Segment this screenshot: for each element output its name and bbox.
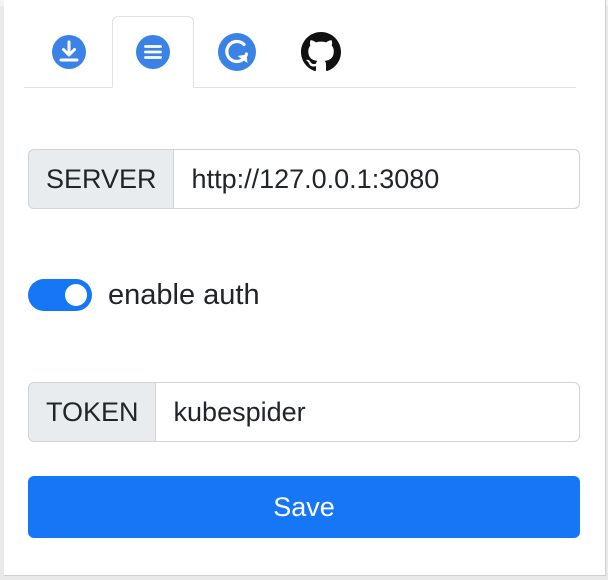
tab-github[interactable] — [280, 16, 362, 87]
enable-auth-switch[interactable] — [28, 279, 92, 311]
tab-refresh[interactable] — [196, 16, 278, 87]
token-input-group: TOKEN — [28, 382, 580, 442]
github-icon — [301, 31, 341, 71]
tab-download[interactable] — [28, 16, 110, 87]
list-icon — [136, 35, 170, 69]
refresh-icon — [218, 32, 256, 71]
auth-toggle-row: enable auth — [28, 276, 260, 314]
enable-auth-label: enable auth — [108, 278, 260, 311]
token-input[interactable] — [155, 382, 580, 442]
token-label: TOKEN — [28, 382, 156, 442]
server-label: SERVER — [28, 149, 174, 209]
save-button[interactable]: Save — [28, 476, 580, 538]
tab-list[interactable] — [112, 16, 194, 88]
switch-knob — [65, 284, 87, 306]
server-input-group: SERVER — [28, 149, 580, 209]
download-icon — [52, 34, 86, 69]
tab-bar — [24, 16, 576, 88]
server-input[interactable] — [173, 149, 580, 209]
